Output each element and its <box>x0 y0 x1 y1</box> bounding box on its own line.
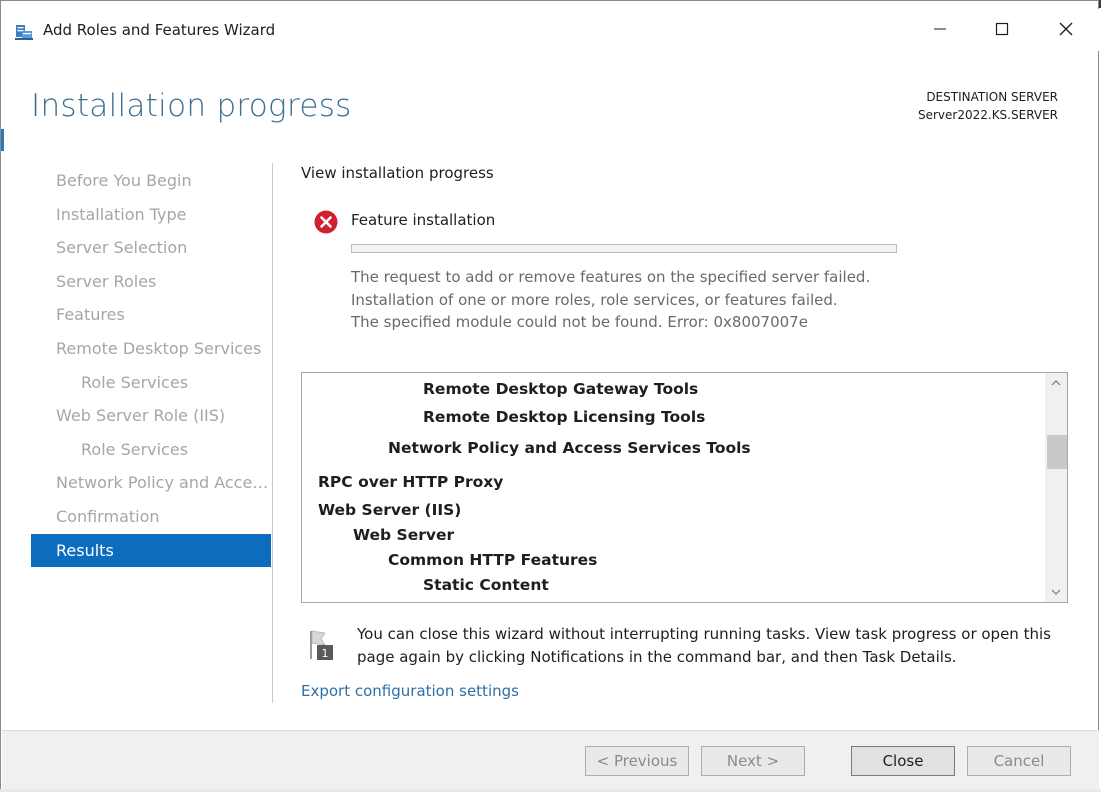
tree-item: RPC over HTTP Proxy <box>318 473 504 491</box>
previous-button[interactable]: < Previous <box>585 746 689 776</box>
close-icon <box>1059 22 1073 36</box>
scroll-up-button[interactable] <box>1045 373 1067 393</box>
close-button[interactable]: Close <box>851 746 955 776</box>
nav-item-rds-role-services: Role Services <box>81 372 189 392</box>
tree-item: Common HTTP Features <box>388 551 598 569</box>
chevron-down-icon <box>1051 589 1061 595</box>
results-tree[interactable]: Remote Desktop Gateway Tools Remote Desk… <box>301 372 1068 603</box>
background-edge <box>1 129 4 151</box>
error-line-3: The specified module could not be found.… <box>351 313 808 331</box>
nav-item-web-server-role: Web Server Role (IIS) <box>56 406 226 426</box>
wizard-header: Installation progress DESTINATION SERVER… <box>1 51 1100 161</box>
maximize-icon <box>995 22 1009 36</box>
error-line-1: The request to add or remove features on… <box>351 268 871 286</box>
nav-item-server-roles: Server Roles <box>56 271 157 291</box>
destination-server: DESTINATION SERVER Server2022.KS.SERVER <box>918 88 1058 124</box>
nav-item-results[interactable]: Results <box>31 533 271 568</box>
nav-item-before-you-begin: Before You Begin <box>56 171 192 190</box>
maximize-button[interactable] <box>979 9 1025 49</box>
nav-item-features: Features <box>56 305 125 325</box>
nav-item-installation-type: Installation Type <box>56 204 187 224</box>
export-configuration-link[interactable]: Export configuration settings <box>301 682 519 700</box>
destination-value: Server2022.KS.SERVER <box>917 108 1058 122</box>
tree-scrollbar[interactable] <box>1045 373 1067 602</box>
scrollbar-thumb[interactable] <box>1047 435 1067 469</box>
wizard-nav: Before You Begin Installation Type Serve… <box>31 164 271 568</box>
section-title: View installation progress <box>301 164 494 182</box>
next-button[interactable]: Next > <box>701 746 805 776</box>
tree-item: Network Policy and Access Services Tools <box>388 439 751 457</box>
nav-item-server-selection: Server Selection <box>56 238 188 258</box>
tree-item: Remote Desktop Gateway Tools <box>423 380 699 398</box>
scroll-down-button[interactable] <box>1045 582 1067 602</box>
tree-item: Web Server (IIS) <box>318 501 462 519</box>
error-line-2: Installation of one or more roles, role … <box>351 290 838 309</box>
server-manager-icon <box>15 25 33 40</box>
info-message: You can close this wizard without interr… <box>357 625 1051 666</box>
nav-divider <box>272 163 273 703</box>
installation-progress-bar <box>351 244 897 253</box>
notification-flag-icon: 1 <box>310 630 333 660</box>
feature-installation-label: Feature installation <box>351 211 496 229</box>
wizard-window: Add Roles and Features Wizard Installati… <box>0 0 1100 791</box>
error-icon <box>314 210 338 234</box>
error-message: The request to add or remove features on… <box>351 266 870 334</box>
nav-item-confirmation: Confirmation <box>56 506 160 526</box>
notification-badge-number: 1 <box>322 647 329 660</box>
minimize-button[interactable] <box>917 9 963 49</box>
wizard-footer: < Previous Next > Close Cancel <box>2 730 1099 791</box>
chevron-up-icon <box>1051 380 1061 386</box>
window-title: Add Roles and Features Wizard <box>43 21 276 39</box>
nav-item-network-policy: Network Policy and Acces... <box>56 473 271 493</box>
nav-item-remote-desktop-services: Remote Desktop Services <box>56 338 262 358</box>
tree-item: Remote Desktop Licensing Tools <box>423 408 706 426</box>
page-title: Installation progress <box>31 88 352 124</box>
minimize-icon <box>934 28 946 30</box>
tree-item: Static Content <box>423 576 549 594</box>
title-bar[interactable]: Add Roles and Features Wizard <box>1 9 1100 51</box>
close-window-button[interactable] <box>1043 9 1089 49</box>
destination-label: DESTINATION SERVER <box>926 90 1058 104</box>
cancel-button[interactable]: Cancel <box>967 746 1071 776</box>
tree-item: Web Server <box>353 526 455 544</box>
nav-item-iis-role-services: Role Services <box>81 439 189 459</box>
